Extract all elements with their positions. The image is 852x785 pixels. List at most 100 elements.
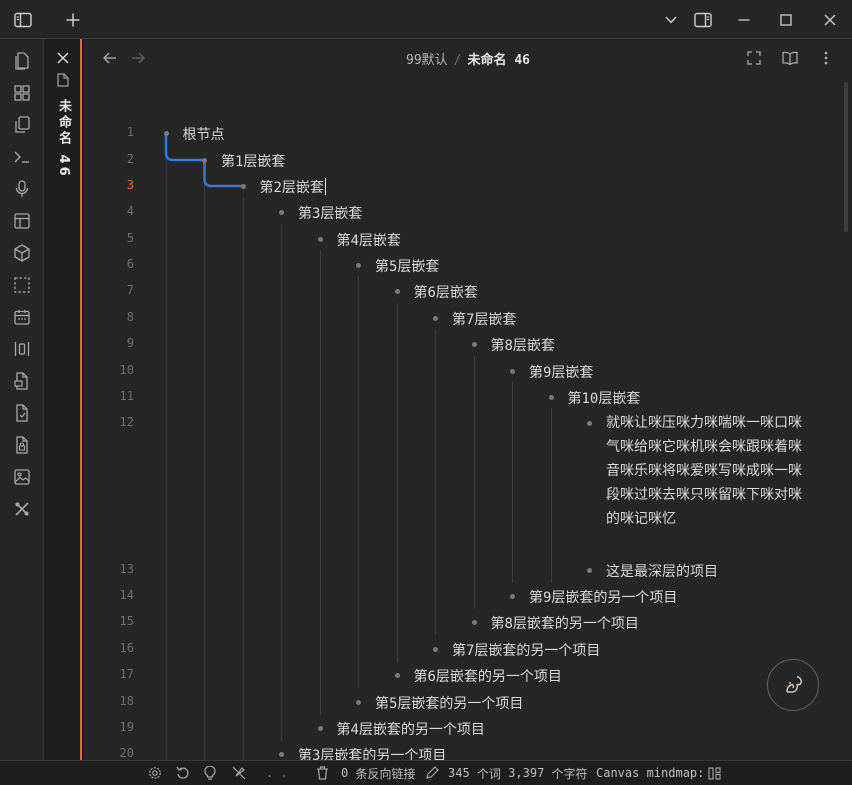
list-item[interactable]: 第6层嵌套的另一个项目 bbox=[414, 666, 562, 686]
right-sidebar-toggle-icon[interactable] bbox=[693, 0, 713, 39]
list-item[interactable]: 第4层嵌套的另一个项目 bbox=[337, 719, 485, 739]
file-export-icon[interactable] bbox=[12, 403, 32, 423]
line-number: 19 bbox=[119, 720, 134, 734]
list-bullet[interactable] bbox=[356, 700, 361, 705]
more-options-icon[interactable] bbox=[816, 48, 836, 68]
left-ribbon bbox=[0, 39, 44, 760]
file-import-icon[interactable] bbox=[12, 371, 32, 391]
close-window-icon[interactable] bbox=[821, 0, 839, 39]
mindmap-layout-icon bbox=[708, 766, 721, 780]
reading-view-icon[interactable] bbox=[780, 48, 800, 68]
list-item[interactable]: 第10层嵌套 bbox=[568, 388, 641, 408]
list-bullet[interactable] bbox=[317, 237, 323, 242]
copy-icon[interactable] bbox=[12, 115, 32, 135]
list-bullet[interactable] bbox=[240, 184, 246, 189]
chars-label: 个字符 bbox=[551, 766, 588, 781]
file-icon bbox=[57, 73, 69, 87]
files-icon[interactable] bbox=[12, 51, 32, 71]
pencil-icon[interactable] bbox=[425, 765, 439, 781]
list-item[interactable]: 第8层嵌套 bbox=[491, 335, 555, 355]
chevron-down-icon[interactable] bbox=[662, 0, 680, 39]
close-tab-icon[interactable] bbox=[56, 51, 70, 65]
image-icon[interactable] bbox=[12, 467, 32, 487]
title-bar bbox=[0, 0, 852, 39]
text-cursor bbox=[324, 178, 326, 195]
line-number: 17 bbox=[119, 667, 134, 681]
scrollbar[interactable] bbox=[844, 82, 848, 232]
indent-guide bbox=[550, 408, 552, 583]
list-bullet[interactable] bbox=[587, 421, 592, 426]
breadcrumb-current[interactable]: 未命名 46 bbox=[468, 53, 530, 68]
trash-icon[interactable] bbox=[316, 765, 329, 781]
backlinks-count[interactable]: 0 条反向链接 bbox=[341, 765, 415, 781]
microphone-icon[interactable] bbox=[12, 179, 32, 199]
brush-off-icon[interactable] bbox=[232, 765, 246, 781]
list-bullet[interactable] bbox=[587, 568, 592, 573]
list-bullet[interactable] bbox=[433, 316, 438, 321]
list-item[interactable]: 第9层嵌套 bbox=[529, 362, 593, 382]
indent-guide bbox=[281, 224, 282, 741]
list-bullet[interactable] bbox=[510, 369, 515, 374]
undo-icon[interactable] bbox=[176, 765, 190, 781]
tools-icon[interactable] bbox=[12, 499, 32, 519]
indent-guide bbox=[396, 303, 398, 662]
line-number: 4 bbox=[126, 204, 134, 218]
list-item[interactable]: 第9层嵌套的另一个项目 bbox=[529, 587, 677, 607]
backlinks-label: 条反向链接 bbox=[355, 766, 416, 781]
columns-icon[interactable] bbox=[12, 339, 32, 359]
words-label: 个词 bbox=[476, 766, 501, 781]
minimize-icon[interactable] bbox=[735, 0, 753, 39]
list-item[interactable]: 第2层嵌套 bbox=[260, 177, 326, 197]
list-item[interactable]: 第5层嵌套的另一个项目 bbox=[375, 693, 523, 713]
list-bullet[interactable] bbox=[471, 620, 477, 625]
list-item[interactable]: 根节点 bbox=[183, 124, 225, 144]
indent-guide bbox=[204, 171, 205, 767]
list-bullet[interactable] bbox=[471, 342, 477, 347]
breadcrumb-folder[interactable]: 99默认 bbox=[406, 53, 448, 68]
list-bullet[interactable] bbox=[548, 395, 554, 400]
words-number: 345 bbox=[448, 766, 470, 780]
list-item[interactable]: 这是最深层的项目 bbox=[606, 561, 718, 581]
new-tab-icon[interactable] bbox=[62, 0, 84, 39]
tab-title[interactable]: 未命名 46 bbox=[55, 99, 71, 179]
list-item[interactable]: 第5层嵌套 bbox=[375, 256, 439, 276]
list-item[interactable]: 第6层嵌套 bbox=[414, 282, 478, 302]
list-bullet[interactable] bbox=[279, 210, 284, 215]
breadcrumb: 99默认 / 未命名 46 bbox=[84, 49, 852, 68]
list-bullet[interactable] bbox=[202, 158, 207, 163]
list-item[interactable]: 第7层嵌套 bbox=[452, 309, 516, 329]
vertical-tab-strip: 未命名 46 bbox=[44, 39, 82, 760]
fullscreen-icon[interactable] bbox=[744, 48, 764, 68]
list-item[interactable]: 第3层嵌套 bbox=[298, 203, 362, 223]
calendar-icon[interactable] bbox=[12, 307, 32, 327]
list-bullet[interactable] bbox=[163, 131, 169, 136]
terminal-icon[interactable] bbox=[12, 147, 32, 167]
file-lock-icon[interactable] bbox=[12, 435, 32, 455]
list-bullet[interactable] bbox=[394, 673, 400, 678]
indent-guide bbox=[512, 382, 513, 583]
list-item[interactable]: 第1层嵌套 bbox=[221, 151, 285, 171]
list-bullet[interactable] bbox=[394, 289, 400, 294]
canvas-mindmap-status[interactable]: Canvas mindmap: bbox=[596, 765, 721, 781]
sidebar-toggle-icon[interactable] bbox=[12, 0, 34, 39]
line-number: 11 bbox=[119, 389, 134, 403]
selection-icon[interactable] bbox=[12, 275, 32, 295]
lightbulb-icon[interactable] bbox=[204, 765, 216, 781]
indent-guide bbox=[358, 276, 359, 688]
maximize-icon[interactable] bbox=[777, 0, 795, 39]
mindmap-float-button[interactable] bbox=[767, 659, 819, 711]
settings-gear-icon[interactable] bbox=[148, 765, 162, 781]
cube-icon[interactable] bbox=[12, 243, 32, 263]
list-item[interactable]: 第4层嵌套 bbox=[337, 230, 401, 250]
list-bullet[interactable] bbox=[510, 594, 515, 599]
list-item[interactable]: 第8层嵌套的另一个项目 bbox=[491, 613, 639, 633]
layout-icon[interactable] bbox=[12, 211, 32, 231]
list-bullet[interactable] bbox=[279, 752, 284, 757]
breadcrumb-separator: / bbox=[453, 53, 462, 68]
list-item[interactable]: 第7层嵌套的另一个项目 bbox=[452, 640, 600, 660]
list-item[interactable]: 就咪让咪压咪力咪喘咪一咪口咪气咪给咪它咪机咪会咪跟咪着咪音咪乐咪将咪爱咪写咪成咪… bbox=[606, 411, 806, 531]
list-bullet[interactable] bbox=[317, 726, 323, 731]
dashboard-icon[interactable] bbox=[12, 83, 32, 103]
list-bullet[interactable] bbox=[356, 263, 361, 268]
list-bullet[interactable] bbox=[433, 647, 438, 652]
